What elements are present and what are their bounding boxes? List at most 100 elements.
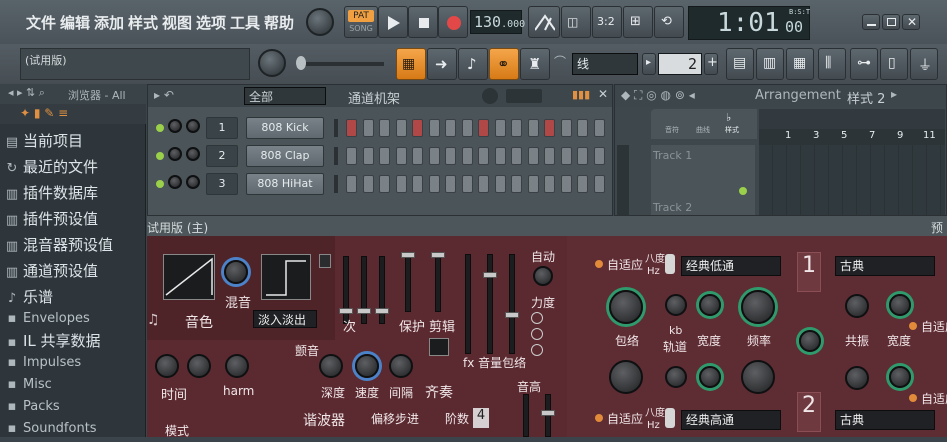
clip-shape-icon[interactable] <box>429 338 449 356</box>
protect-fader-cap[interactable] <box>401 252 415 258</box>
step-button[interactable] <box>395 147 407 165</box>
channel-mixer-track[interactable]: 1 <box>206 117 238 139</box>
stop-button[interactable] <box>408 6 438 38</box>
sub-fader-2-cap[interactable] <box>357 308 371 314</box>
playlist-view-button[interactable]: ▤ <box>726 48 754 80</box>
track-1-label[interactable]: Track 1 <box>653 149 692 162</box>
channel-select-bar[interactable] <box>334 175 338 193</box>
master-slider-handle[interactable] <box>296 56 306 70</box>
step-button[interactable] <box>346 119 357 137</box>
filter-blend-knob[interactable] <box>799 330 821 352</box>
pat-song-toggle[interactable]: PAT SONG <box>344 6 378 38</box>
arrangement-tool-icons[interactable]: ◆ ⛶ ◎ ◍ ⊚ ◂ <box>621 88 695 103</box>
browser-item-plugin-presets[interactable]: ▥ 插件预设值 <box>4 206 98 232</box>
step-button[interactable] <box>412 175 423 193</box>
step-button[interactable] <box>560 147 572 165</box>
osc-wave-square[interactable] <box>261 254 311 300</box>
step-button[interactable] <box>494 119 506 137</box>
rack-step-toggle[interactable] <box>506 89 542 103</box>
channel-select-bar[interactable] <box>334 119 338 137</box>
width-knob-3[interactable] <box>699 366 721 388</box>
cpu-button[interactable]: ⏚ <box>910 48 938 80</box>
step-button[interactable] <box>379 119 390 137</box>
rack-filter-select[interactable]: 全部 <box>244 87 326 105</box>
record-button[interactable] <box>438 6 468 38</box>
sub-fader-3-cap[interactable] <box>375 308 389 314</box>
env-fader-1[interactable] <box>465 254 471 354</box>
freq-knob-1[interactable] <box>741 290 775 324</box>
auto-knob[interactable] <box>533 266 553 286</box>
step-button[interactable] <box>395 119 407 137</box>
speed-knob[interactable] <box>355 354 379 378</box>
adapt-led-2[interactable] <box>595 414 603 422</box>
octave-switch-1[interactable] <box>665 254 675 274</box>
channel-mixer-track[interactable]: 2 <box>206 145 238 167</box>
track-1-mute-led[interactable] <box>739 187 747 195</box>
tab-patterns[interactable]: 样式 <box>725 125 739 135</box>
arrangement-scrollbar[interactable] <box>759 109 945 129</box>
channel-volume-knob[interactable] <box>186 147 200 161</box>
browser-item-mixer-presets[interactable]: ▥ 混音器预设值 <box>4 232 113 258</box>
step-button[interactable] <box>461 147 473 165</box>
channel-name-button[interactable]: 808 Kick <box>246 117 324 139</box>
pitch-fader-2-cap[interactable] <box>541 410 555 416</box>
kb-track-knob-1[interactable] <box>665 294 687 316</box>
step-button[interactable] <box>494 147 506 165</box>
step-button[interactable] <box>445 119 456 137</box>
env-fader-3[interactable] <box>509 254 515 354</box>
pattern-number[interactable]: 2 <box>658 53 702 75</box>
tab-notes[interactable]: 音符 <box>665 125 679 135</box>
step-button[interactable] <box>577 175 588 193</box>
menu-tools[interactable]: 工具 <box>230 12 260 33</box>
tempo-display[interactable]: 130.000 <box>470 10 525 34</box>
step-button[interactable] <box>461 175 473 193</box>
arrangement-grid[interactable] <box>759 145 945 215</box>
rack-menu-icon[interactable]: ▸ ↶ <box>154 88 174 102</box>
menu-view[interactable]: 视图 <box>162 12 192 33</box>
step-button[interactable] <box>577 119 588 137</box>
clip-fader[interactable] <box>435 252 441 312</box>
channel-pan-knob[interactable] <box>168 175 182 189</box>
style1-select[interactable]: 古典 <box>835 256 935 276</box>
osc-wave-saw[interactable] <box>163 254 215 300</box>
master-pitch-knob[interactable] <box>258 49 286 77</box>
octave-switch-2[interactable] <box>665 408 675 428</box>
env-shape-radio-1[interactable] <box>531 312 543 324</box>
step-button[interactable] <box>593 119 605 137</box>
step-button[interactable] <box>362 147 374 165</box>
step-button[interactable] <box>544 147 555 165</box>
style2-select[interactable]: 古典 <box>835 410 935 430</box>
width-knob-4[interactable] <box>889 366 911 388</box>
countdown-button[interactable]: 3:2 <box>592 6 622 38</box>
step-button[interactable] <box>461 119 473 137</box>
snap-mode-select[interactable]: 线 <box>572 53 638 75</box>
pattern-prev-button[interactable]: ▸ <box>642 53 656 75</box>
channel-mute-led[interactable] <box>156 152 164 160</box>
step-button[interactable] <box>511 175 522 193</box>
step-button[interactable] <box>593 147 605 165</box>
step-button[interactable] <box>560 175 572 193</box>
env-shape-radio-2[interactable] <box>531 328 543 340</box>
rack-close-icon[interactable]: ✕ <box>598 87 608 101</box>
step-button[interactable] <box>544 119 555 137</box>
step-button[interactable] <box>395 175 407 193</box>
step-button[interactable] <box>379 175 390 193</box>
browser-item-plugin-db[interactable]: ▥ 插件数据库 <box>4 180 98 206</box>
envelope-knob-1[interactable] <box>609 290 643 324</box>
track-2-label[interactable]: Track 2 <box>653 201 692 214</box>
step-button[interactable] <box>478 147 489 165</box>
channel-volume-knob[interactable] <box>186 175 200 189</box>
width-knob-2[interactable] <box>889 294 911 316</box>
channel-mute-led[interactable] <box>156 124 164 132</box>
reso-knob-1[interactable] <box>845 294 869 318</box>
step-button[interactable] <box>412 147 423 165</box>
menu-options[interactable]: 选项 <box>196 12 226 33</box>
reso-knob-2[interactable] <box>845 366 869 390</box>
step-button[interactable] <box>511 147 522 165</box>
step-button[interactable] <box>445 147 456 165</box>
step-edit-button[interactable]: ➜ <box>427 48 457 80</box>
channel-select-bar[interactable] <box>334 147 338 165</box>
env-fader-2-cap[interactable] <box>483 272 497 278</box>
freq-knob-2[interactable] <box>741 360 775 394</box>
step-button[interactable] <box>445 175 456 193</box>
